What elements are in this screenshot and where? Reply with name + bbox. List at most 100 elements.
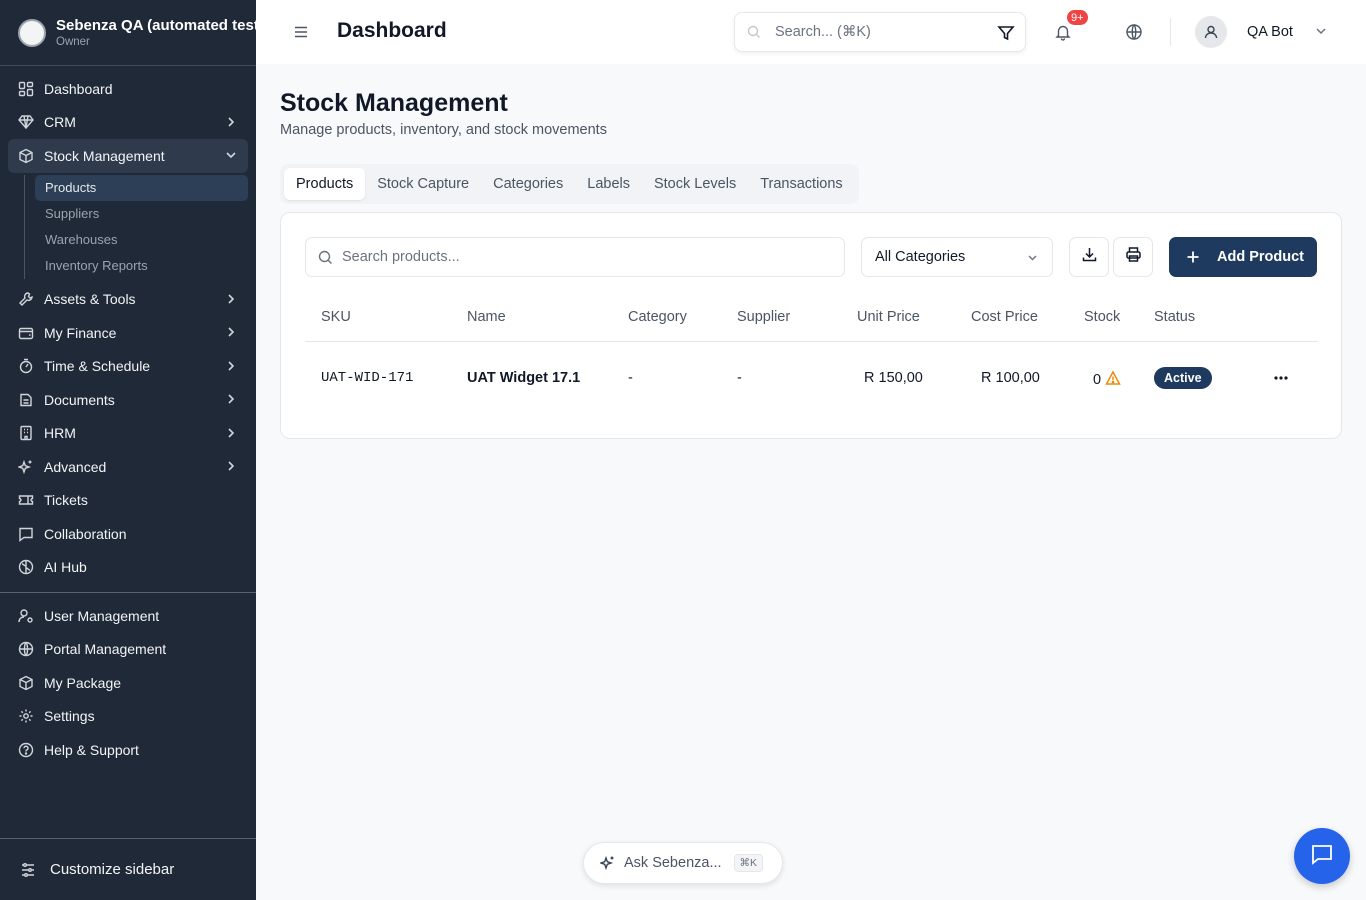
- sidebar-item-portal-management[interactable]: Portal Management: [8, 633, 248, 667]
- sidebar-subitem-suppliers[interactable]: Suppliers: [35, 201, 248, 227]
- user-avatar[interactable]: [1195, 16, 1227, 48]
- sidebar-item-my-package[interactable]: My Package: [8, 666, 248, 700]
- column-header-name[interactable]: Name: [467, 309, 506, 325]
- header-title: Dashboard: [337, 19, 447, 42]
- global-search-placeholder: Search... (⌘K): [775, 24, 871, 40]
- sidebar-item-crm[interactable]: CRM: [8, 106, 248, 140]
- timer-icon: [18, 358, 34, 374]
- sidebar-subitem-inventory-reports[interactable]: Inventory Reports: [35, 253, 248, 279]
- column-header-unit-price[interactable]: Unit Price: [857, 309, 920, 325]
- global-search[interactable]: Search... (⌘K): [734, 12, 1026, 52]
- sidebar-item-label: My Package: [44, 674, 122, 691]
- add-product-button[interactable]: Add Product: [1169, 237, 1317, 277]
- sidebar-subitem-warehouses[interactable]: Warehouses: [35, 227, 248, 253]
- sidebar-item-documents[interactable]: Documents: [8, 383, 248, 417]
- filter-icon[interactable]: [997, 24, 1015, 42]
- customize-sidebar-button[interactable]: Customize sidebar: [0, 838, 256, 900]
- org-switcher[interactable]: Sebenza QA (automated tests) Owner: [0, 0, 256, 66]
- document-icon: [18, 392, 34, 408]
- help-icon: [18, 742, 34, 758]
- stock-submenu: Products Suppliers Warehouses Inventory …: [24, 174, 248, 279]
- header-divider: [1170, 18, 1171, 46]
- language-globe-icon[interactable]: [1125, 23, 1143, 41]
- table-header-divider: [305, 341, 1318, 342]
- stock-value: 0: [1093, 372, 1102, 388]
- sparkles-icon: [18, 459, 34, 475]
- cell-unit-price: R 150,00: [864, 370, 923, 386]
- chevron-right-icon: [224, 359, 238, 373]
- sidebar-item-advanced[interactable]: Advanced: [8, 450, 248, 484]
- sidebar-item-settings[interactable]: Settings: [8, 700, 248, 734]
- sidebar: Sebenza QA (automated tests) Owner Dashb…: [0, 0, 256, 900]
- sidebar-item-assets-tools[interactable]: Assets & Tools: [8, 283, 248, 317]
- ask-assistant-label: Ask Sebenza...: [624, 855, 722, 871]
- sidebar-item-label: Tickets: [44, 492, 88, 509]
- ask-assistant-button[interactable]: Ask Sebenza... ⌘K: [583, 842, 783, 884]
- user-name[interactable]: QA Bot: [1247, 24, 1293, 40]
- tab-stock-levels[interactable]: Stock Levels: [642, 168, 748, 200]
- column-header-status[interactable]: Status: [1154, 309, 1195, 325]
- sidebar-item-label: Portal Management: [44, 641, 167, 658]
- wrench-icon: [18, 291, 34, 307]
- shortcut-hint: ⌘K: [733, 854, 764, 872]
- cell-category: -: [628, 370, 633, 386]
- notification-badge: 9+: [1065, 8, 1090, 27]
- more-actions-icon[interactable]: [1271, 370, 1291, 386]
- column-header-supplier[interactable]: Supplier: [737, 309, 790, 325]
- sidebar-divider: [0, 592, 256, 593]
- sidebar-item-help-support[interactable]: Help & Support: [8, 733, 248, 767]
- tab-categories[interactable]: Categories: [481, 168, 575, 200]
- printer-icon: [1125, 246, 1142, 268]
- tab-labels[interactable]: Labels: [575, 168, 642, 200]
- sidebar-item-dashboard[interactable]: Dashboard: [8, 72, 248, 106]
- top-header: Dashboard Search... (⌘K) 9+ QA Bot: [256, 0, 1366, 64]
- cell-name: UAT Widget 17.1: [467, 370, 581, 386]
- tab-products[interactable]: Products: [284, 168, 366, 200]
- tab-stock-capture[interactable]: Stock Capture: [365, 168, 481, 200]
- sidebar-item-time-schedule[interactable]: Time & Schedule: [8, 350, 248, 384]
- sidebar-item-tickets[interactable]: Tickets: [8, 484, 248, 518]
- column-header-category[interactable]: Category: [628, 309, 687, 325]
- category-select[interactable]: All Categories: [861, 237, 1053, 277]
- tab-transactions[interactable]: Transactions: [748, 168, 854, 200]
- sidebar-subitem-products[interactable]: Products: [35, 174, 248, 201]
- dashboard-icon: [18, 81, 34, 97]
- sidebar-item-label: Help & Support: [44, 741, 139, 758]
- sidebar-item-collaboration[interactable]: Collaboration: [8, 517, 248, 551]
- message-icon: [18, 526, 34, 542]
- product-search-input[interactable]: [342, 238, 832, 276]
- chevron-right-icon: [224, 115, 238, 129]
- column-header-stock[interactable]: Stock: [1084, 309, 1120, 325]
- building-icon: [18, 425, 34, 441]
- print-button[interactable]: [1113, 237, 1153, 277]
- column-header-cost-price[interactable]: Cost Price: [971, 309, 1038, 325]
- sidebar-item-hrm[interactable]: HRM: [8, 417, 248, 451]
- sidebar-item-label: Advanced: [44, 458, 107, 475]
- sidebar-item-label: User Management: [44, 607, 160, 624]
- chevron-down-icon[interactable]: [1314, 24, 1328, 38]
- sparkles-icon: [600, 855, 616, 871]
- org-role: Owner: [56, 36, 90, 48]
- column-header-sku[interactable]: SKU: [321, 309, 351, 325]
- customize-sidebar-label: Customize sidebar: [50, 861, 175, 878]
- sidebar-item-label: Stock Management: [44, 147, 165, 164]
- sidebar-item-my-finance[interactable]: My Finance: [8, 316, 248, 350]
- products-card: All Categories Add Product SKU Name Cate…: [280, 212, 1342, 439]
- sidebar-item-stock-management[interactable]: Stock Management: [8, 139, 248, 173]
- sidebar-item-label: My Finance: [44, 324, 117, 341]
- search-icon: [747, 25, 761, 39]
- sliders-icon: [20, 862, 36, 878]
- menu-toggle-icon[interactable]: [292, 23, 310, 41]
- sidebar-item-user-management[interactable]: User Management: [8, 599, 248, 633]
- chevron-down-icon: [1026, 251, 1039, 264]
- chevron-right-icon: [224, 426, 238, 440]
- search-icon: [318, 250, 333, 265]
- org-name: Sebenza QA (automated tests): [56, 17, 256, 34]
- chat-icon: [1310, 842, 1334, 871]
- product-search: [305, 237, 845, 277]
- chat-button[interactable]: [1294, 828, 1350, 884]
- sidebar-item-ai-hub[interactable]: AI Hub: [8, 551, 248, 585]
- sidebar-item-label: Collaboration: [44, 525, 127, 542]
- category-select-value: All Categories: [875, 249, 966, 265]
- export-button[interactable]: [1069, 237, 1109, 277]
